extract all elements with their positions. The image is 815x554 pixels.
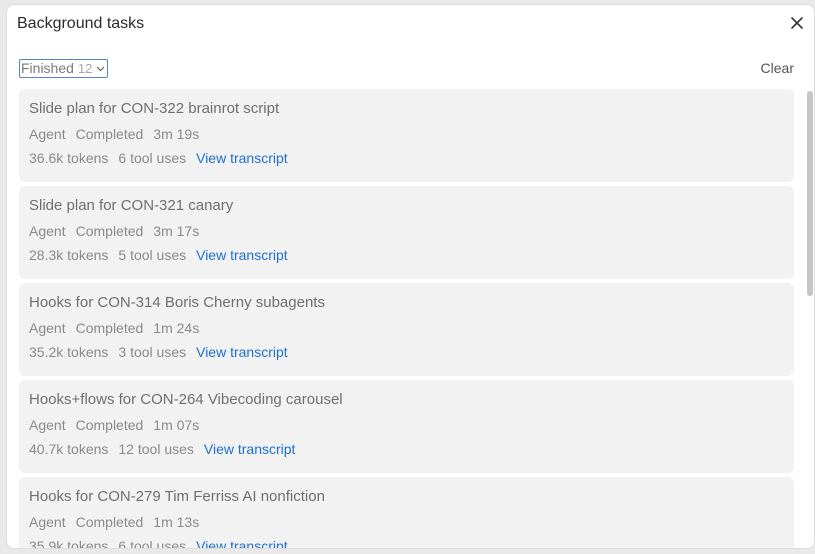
panel-title: Background tasks	[17, 15, 145, 32]
close-icon	[791, 17, 803, 29]
task-status: Completed	[75, 223, 144, 239]
task-tool-uses: 3 tool uses	[118, 344, 187, 360]
task-meta: Agent Completed 1m 24s	[29, 320, 199, 336]
task-tool-uses: 6 tool uses	[118, 538, 187, 549]
view-transcript-link[interactable]: View transcript	[196, 247, 288, 263]
task-duration: 1m 24s	[153, 320, 200, 336]
task-card[interactable]: Slide plan for CON-322 brainrot script A…	[19, 89, 794, 182]
task-duration: 1m 13s	[153, 514, 200, 530]
filter-count: 12	[77, 61, 93, 76]
task-tokens: 28.3k tokens	[29, 247, 109, 263]
task-tool-uses: 6 tool uses	[118, 150, 187, 166]
task-title: Slide plan for CON-322 brainrot script	[29, 100, 280, 117]
toolbar: Finished 12 Clear	[19, 59, 794, 79]
task-title: Hooks+flows for CON-264 Vibecoding carou…	[29, 391, 343, 408]
view-transcript-link[interactable]: View transcript	[196, 150, 288, 166]
task-duration: 3m 19s	[153, 126, 200, 142]
task-stats: 36.6k tokens 6 tool uses View transcript	[29, 150, 288, 166]
task-title: Hooks for CON-314 Boris Cherny subagents	[29, 294, 325, 311]
clear-button[interactable]: Clear	[761, 59, 794, 77]
task-meta: Agent Completed 3m 17s	[29, 223, 199, 239]
task-tokens: 35.9k tokens	[29, 538, 109, 549]
task-duration: 3m 17s	[153, 223, 200, 239]
background-tasks-panel: Background tasks Finished 12 Clear Slide…	[6, 4, 815, 549]
status-filter-dropdown[interactable]: Finished 12	[19, 59, 109, 78]
scrollbar-thumb[interactable]	[807, 91, 813, 296]
task-meta: Agent Completed 1m 07s	[29, 417, 199, 433]
view-transcript-link[interactable]: View transcript	[204, 441, 296, 457]
task-tokens: 35.2k tokens	[29, 344, 109, 360]
task-title: Slide plan for CON-321 canary	[29, 197, 234, 214]
close-button[interactable]	[788, 14, 806, 32]
task-type: Agent	[29, 126, 66, 142]
task-duration: 1m 07s	[153, 417, 200, 433]
task-meta: Agent Completed 3m 19s	[29, 126, 199, 142]
task-tokens: 40.7k tokens	[29, 441, 109, 457]
task-status: Completed	[75, 514, 144, 530]
task-stats: 40.7k tokens 12 tool uses View transcript	[29, 441, 295, 457]
task-type: Agent	[29, 223, 66, 239]
task-card[interactable]: Slide plan for CON-321 canary Agent Compl…	[19, 186, 794, 279]
task-tokens: 36.6k tokens	[29, 150, 109, 166]
view-transcript-link[interactable]: View transcript	[196, 344, 288, 360]
task-stats: 35.9k tokens 6 tool uses View transcript	[29, 538, 288, 549]
task-status: Completed	[75, 320, 144, 336]
task-tool-uses: 5 tool uses	[118, 247, 187, 263]
task-status: Completed	[75, 126, 144, 142]
task-status: Completed	[75, 417, 144, 433]
view-transcript-link[interactable]: View transcript	[196, 538, 288, 548]
task-card[interactable]: Hooks for CON-279 Tim Ferriss AI nonfict…	[19, 477, 794, 549]
task-stats: 28.3k tokens 5 tool uses View transcript	[29, 247, 288, 263]
task-card[interactable]: Hooks for CON-314 Boris Cherny subagents…	[19, 283, 794, 376]
scrollbar[interactable]	[806, 47, 814, 548]
task-card[interactable]: Hooks+flows for CON-264 Vibecoding carou…	[19, 380, 794, 473]
task-meta: Agent Completed 1m 13s	[29, 514, 199, 530]
task-title: Hooks for CON-279 Tim Ferriss AI nonfict…	[29, 488, 325, 505]
task-stats: 35.2k tokens 3 tool uses View transcript	[29, 344, 288, 360]
task-type: Agent	[29, 514, 66, 530]
task-type: Agent	[29, 320, 66, 336]
filter-label: Finished	[21, 60, 74, 76]
task-tool-uses: 12 tool uses	[118, 441, 194, 457]
task-type: Agent	[29, 417, 66, 433]
chevron-down-icon	[96, 66, 105, 71]
panel-header: Background tasks	[7, 5, 814, 45]
